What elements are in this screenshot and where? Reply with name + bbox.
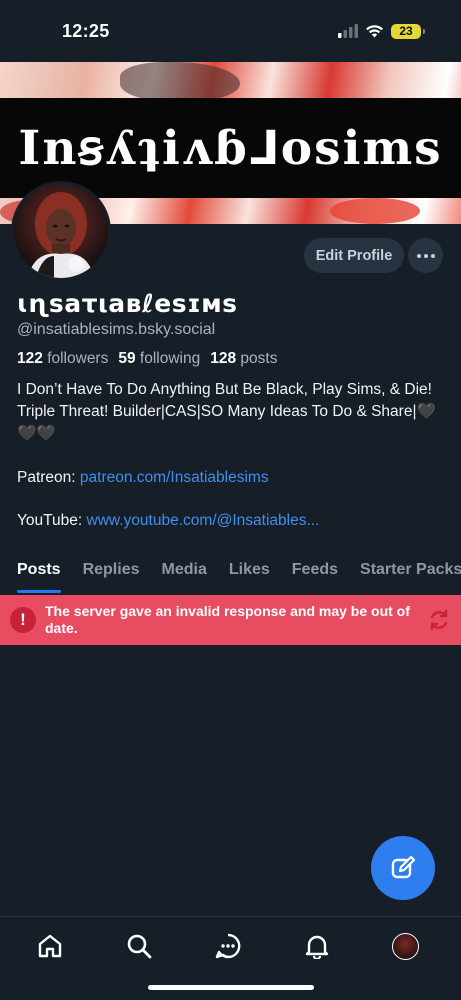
followers-label: followers (47, 350, 109, 367)
nav-search[interactable] (124, 931, 154, 961)
tab-feeds[interactable]: Feeds (292, 555, 338, 593)
following-label: following (139, 350, 201, 367)
home-indicator (148, 985, 314, 990)
patreon-link[interactable]: patreon.com/Insatiablesims (80, 469, 269, 486)
posts-stat: 128 posts (210, 350, 277, 368)
patreon-line: Patreon: patreon.com/Insatiablesims (17, 469, 269, 487)
youtube-link[interactable]: www.youtube.com/@Insatiables... (87, 512, 320, 529)
profile-tabs: Posts Replies Media Likes Feeds Starter … (0, 555, 461, 595)
profile-stats: 122 followers 59 following 128 posts (17, 350, 277, 368)
profile-handle: @insatiablesims.bsky.social (17, 321, 216, 338)
status-time: 12:25 (62, 20, 110, 41)
compose-button[interactable] (371, 836, 435, 900)
following-count: 59 (118, 350, 136, 367)
error-banner: ! The server gave an invalid response an… (0, 595, 461, 645)
banner-art (120, 62, 240, 102)
bell-icon (305, 935, 329, 959)
nav-chat[interactable] (213, 931, 243, 961)
compose-icon (391, 855, 416, 879)
home-icon (38, 934, 62, 958)
chat-icon (215, 933, 241, 959)
display-name: ɩɳsaτιaʙℓesɪᴍs (17, 289, 238, 318)
youtube-line: YouTube: www.youtube.com/@Insatiables... (17, 512, 319, 530)
nav-home[interactable] (35, 931, 65, 961)
posts-label: posts (240, 350, 278, 367)
tab-starter-packs[interactable]: Starter Packs (360, 555, 461, 593)
profile-avatar[interactable] (11, 181, 111, 281)
posts-count: 128 (210, 350, 237, 367)
status-icons: 23 (338, 23, 425, 39)
tab-replies[interactable]: Replies (83, 555, 140, 593)
status-bar: 12:25 23 (0, 0, 461, 62)
edit-profile-button[interactable]: Edit Profile (304, 238, 404, 273)
battery-icon: 23 (391, 23, 425, 39)
followers-stat[interactable]: 122 followers (17, 350, 108, 368)
following-stat[interactable]: 59 following (118, 350, 200, 368)
profile-avatar-small (391, 932, 419, 960)
search-icon (127, 934, 152, 959)
tab-media[interactable]: Media (162, 555, 207, 593)
followers-count: 122 (17, 350, 43, 367)
patreon-label: Patreon: (17, 469, 76, 486)
youtube-label: YouTube: (17, 512, 83, 529)
profile-bio: I Don’t Have To Do Anything But Be Black… (17, 381, 436, 442)
refresh-icon[interactable] (427, 608, 451, 632)
nav-profile[interactable] (390, 931, 420, 961)
banner-title: Inꞩʎʇiʌɓ⅃ᴏsims (18, 120, 443, 176)
alert-icon: ! (10, 607, 36, 633)
signal-icon (338, 24, 358, 38)
more-icon (416, 253, 435, 258)
banner-art (330, 198, 420, 224)
tab-posts[interactable]: Posts (17, 555, 61, 593)
more-options-button[interactable] (408, 238, 443, 273)
tab-likes[interactable]: Likes (229, 555, 270, 593)
wifi-icon (366, 25, 383, 38)
error-message: The server gave an invalid response and … (45, 603, 410, 636)
nav-notifications[interactable] (302, 931, 332, 961)
